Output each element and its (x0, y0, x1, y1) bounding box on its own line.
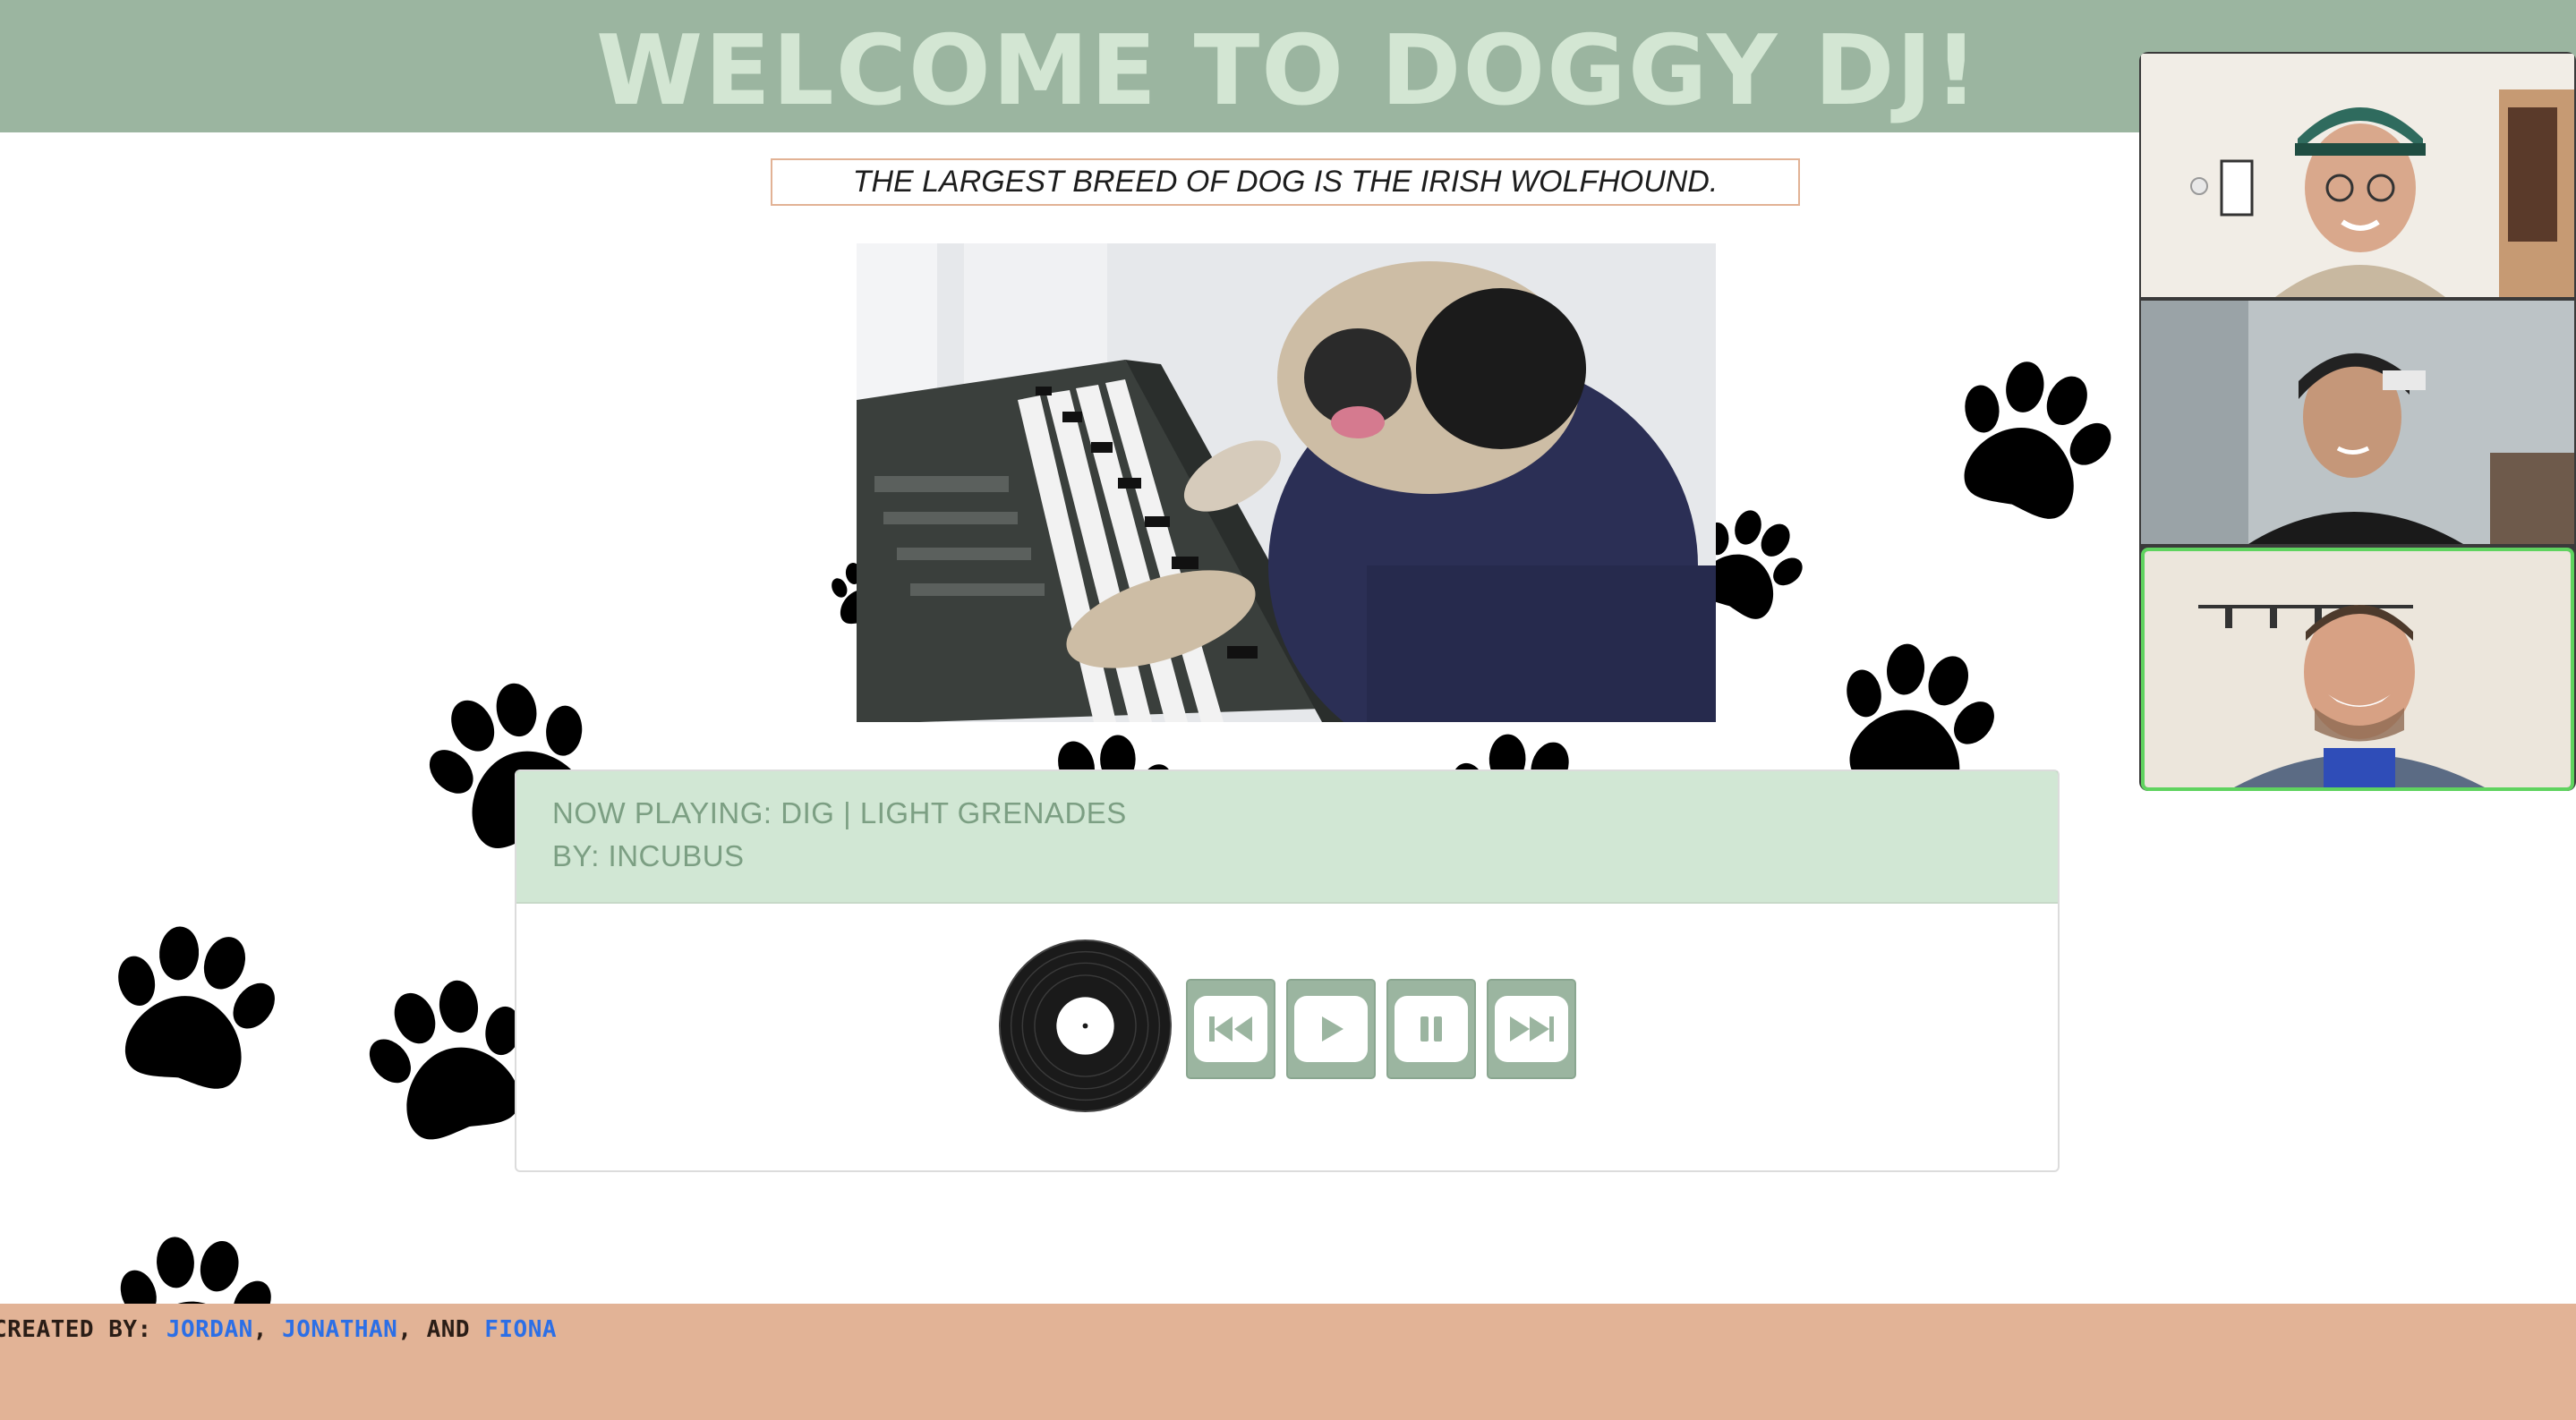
participant-video-tile[interactable] (2141, 54, 2574, 297)
play-button[interactable] (1286, 979, 1376, 1079)
fast-forward-icon (1510, 1016, 1554, 1042)
play-icon (1322, 1016, 1343, 1042)
footer-bar: CREATED BY: JORDAN, JONATHAN, AND FIONA (0, 1304, 2576, 1420)
vinyl-record-icon (998, 939, 1173, 1113)
now-playing-header: NOW PLAYING: DIG | LIGHT GRENADES BY: IN… (516, 771, 2058, 904)
participant-video-tile[interactable] (2141, 301, 2574, 544)
dog-fact-box: THE LARGEST BREED OF DOG IS THE IRISH WO… (771, 158, 1800, 206)
active-speaker-video-tile[interactable] (2141, 548, 2574, 791)
music-player-card: NOW PLAYING: DIG | LIGHT GRENADES BY: IN… (515, 770, 2060, 1172)
credits-separator: , (252, 1316, 283, 1343)
skip-back-icon (1209, 1016, 1252, 1042)
pug-keyboard-gif (857, 243, 1716, 722)
pause-icon (1420, 1016, 1442, 1042)
credits-prefix: CREATED BY: (0, 1316, 166, 1343)
pause-button[interactable] (1386, 979, 1476, 1079)
credit-link-jordan[interactable]: JORDAN (166, 1316, 253, 1343)
paw-print-icon (1923, 332, 2141, 555)
credit-link-fiona[interactable]: FIONA (484, 1316, 557, 1343)
credits-separator: , AND (397, 1316, 485, 1343)
skip-back-button[interactable] (1186, 979, 1275, 1079)
fast-forward-button[interactable] (1487, 979, 1576, 1079)
video-call-panel (2139, 52, 2576, 791)
paw-print-icon (86, 905, 298, 1117)
now-playing-text: NOW PLAYING: DIG | LIGHT GRENADES (552, 796, 1127, 829)
credit-link-jonathan[interactable]: JONATHAN (282, 1316, 397, 1343)
artist-text: BY: INCUBUS (552, 839, 745, 872)
credits-line: CREATED BY: JORDAN, JONATHAN, AND FIONA (0, 1316, 557, 1343)
